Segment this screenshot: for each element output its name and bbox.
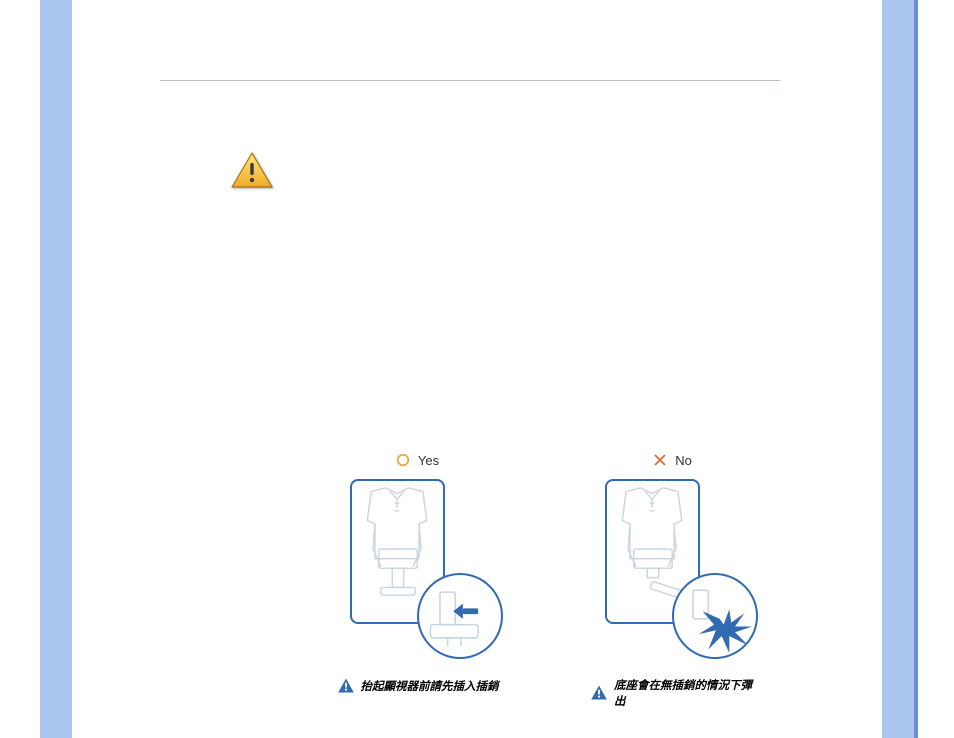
caution-icon <box>337 677 355 695</box>
yes-detail-circle <box>417 573 503 659</box>
content-area: Yes <box>160 80 780 709</box>
no-caption-row: 底座會在無插銷的情況下彈出 <box>590 677 755 709</box>
yes-label-row: Yes <box>396 451 439 469</box>
figures-row: Yes <box>335 451 780 709</box>
figure-no: No <box>590 451 755 709</box>
yes-panel <box>350 479 485 649</box>
caution-icon <box>590 684 608 702</box>
no-caption-text: 底座會在無插銷的情況下彈出 <box>614 677 755 709</box>
margin-band-left <box>40 0 72 738</box>
circle-yes-icon <box>396 453 410 467</box>
no-panel <box>605 479 740 649</box>
cross-no-icon <box>653 453 667 467</box>
warning-triangle-icon <box>230 151 274 191</box>
document-page: Yes <box>0 0 954 738</box>
no-detail-circle <box>672 573 758 659</box>
warning-row <box>230 151 780 191</box>
figure-yes: Yes <box>335 451 500 709</box>
yes-caption-text: 抬起顯視器前請先插入插銷 <box>361 678 499 694</box>
margin-band-right <box>882 0 914 738</box>
no-label-row: No <box>653 451 692 469</box>
no-label: No <box>675 453 692 468</box>
margin-edge-right <box>914 0 918 738</box>
yes-label: Yes <box>418 453 439 468</box>
horizontal-rule <box>160 80 780 81</box>
yes-caption-row: 抬起顯視器前請先插入插銷 <box>337 677 499 695</box>
